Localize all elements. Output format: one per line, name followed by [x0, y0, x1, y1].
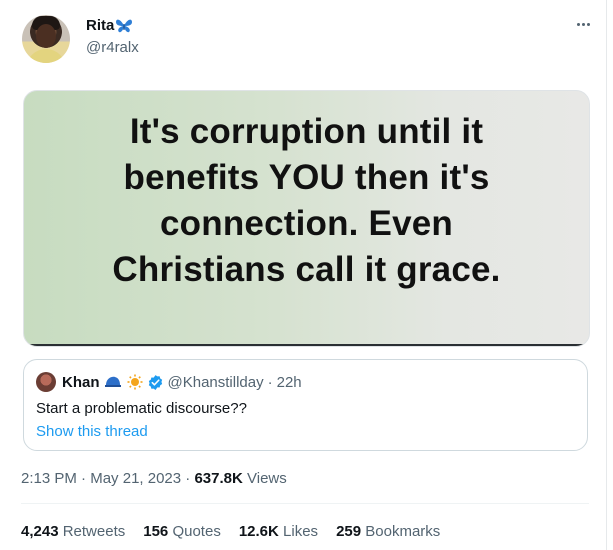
meta-separator-1: ·: [81, 470, 87, 487]
tweet-time[interactable]: 2:13 PM: [21, 470, 77, 487]
bookmarks-count: 259: [336, 523, 362, 540]
likes-stat[interactable]: 12.6K Likes: [239, 523, 318, 540]
blue-cap-icon: [104, 376, 121, 387]
views-label: Views: [247, 470, 287, 487]
retweets-stat[interactable]: 4,243 Retweets: [21, 523, 125, 540]
image-line-1: It's corruption until it: [129, 112, 484, 151]
retweets-count: 4,243: [21, 523, 59, 540]
image-caption-text: It's corruption until it benefits YOU th…: [24, 109, 589, 293]
divider: [21, 503, 589, 504]
verified-badge-icon: [148, 374, 162, 390]
page-border: [606, 0, 607, 550]
tweet-stats: 4,243 Retweets 156 Quotes 12.6K Likes 25…: [21, 523, 440, 540]
retweets-label: Retweets: [62, 523, 126, 540]
quoted-tweet-text: Start a problematic discourse??: [36, 400, 247, 417]
bookmarks-stat[interactable]: 259 Bookmarks: [336, 523, 440, 540]
quoted-handle[interactable]: @Khanstillday: [168, 374, 264, 391]
avatar[interactable]: [22, 15, 70, 63]
author-handle[interactable]: @r4ralx: [86, 39, 139, 56]
tweet-meta: 2:13 PM · May 21, 2023 · 637.8K Views: [21, 470, 287, 487]
meta-separator-2: ·: [185, 470, 191, 487]
quoted-tweet[interactable]: Khan @Khanstillday · 22h Start a problem…: [23, 359, 588, 451]
more-options-icon[interactable]: [571, 14, 595, 34]
quoted-tweet-header: Khan @Khanstillday · 22h: [36, 372, 302, 392]
bookmarks-label: Bookmarks: [365, 523, 441, 540]
name-row[interactable]: Rita: [86, 17, 133, 34]
show-thread-link[interactable]: Show this thread: [36, 423, 148, 440]
quoted-display-name[interactable]: Khan: [62, 374, 100, 391]
quoted-avatar[interactable]: [36, 372, 56, 392]
image-line-4: Christians call it grace.: [112, 250, 501, 289]
quoted-time[interactable]: 22h: [277, 374, 302, 391]
avatar-face: [36, 24, 56, 48]
image-line-2: benefits YOU then it's: [123, 158, 490, 197]
tweet-image[interactable]: It's corruption until it benefits YOU th…: [23, 90, 590, 347]
avatar-shirt: [26, 49, 66, 63]
quoted-separator: ·: [267, 373, 273, 391]
views-count: 637.8K: [194, 470, 243, 487]
quotes-stat[interactable]: 156 Quotes: [143, 523, 221, 540]
tweet-date[interactable]: May 21, 2023: [90, 470, 181, 487]
tweet-header: Rita @r4ralx: [20, 12, 595, 68]
quotes-label: Quotes: [172, 523, 221, 540]
butterfly-icon: [116, 19, 133, 32]
quotes-count: 156: [143, 523, 169, 540]
sun-icon: [127, 374, 142, 390]
display-name[interactable]: Rita: [86, 17, 114, 34]
image-line-3: connection. Even: [160, 204, 453, 243]
likes-label: Likes: [283, 523, 319, 540]
likes-count: 12.6K: [238, 523, 279, 540]
